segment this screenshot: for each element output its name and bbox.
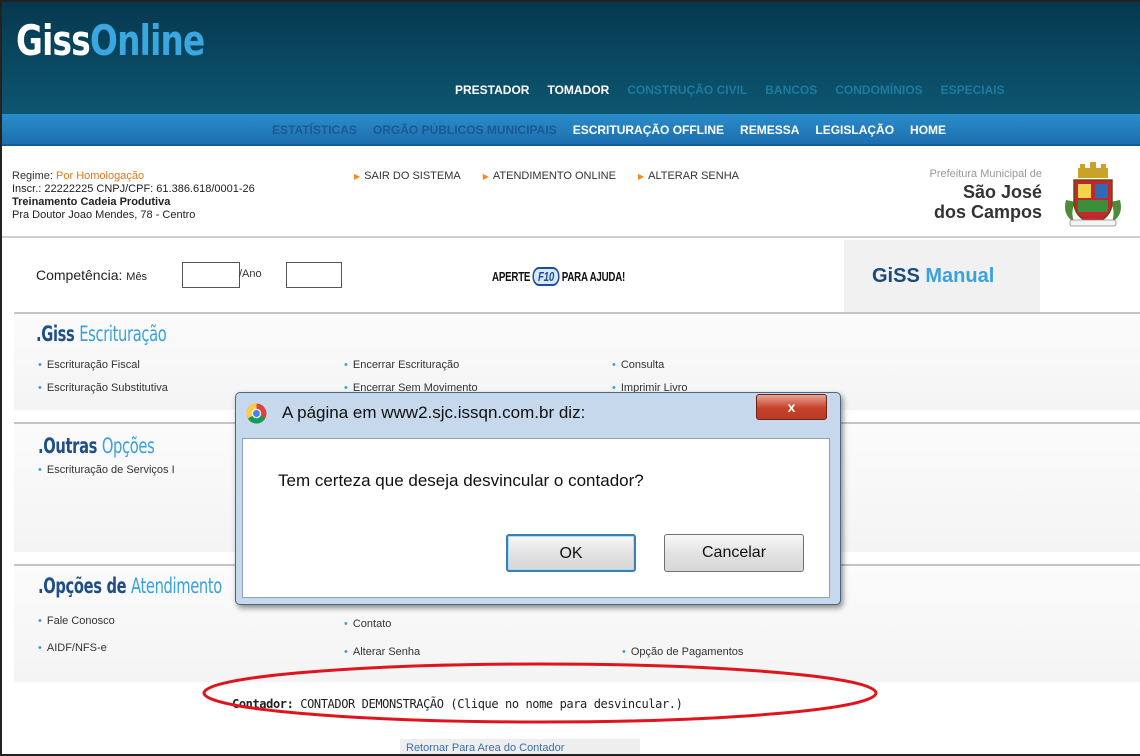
link-escrituracao-substitutiva[interactable]: • Escrituração Substitutiva xyxy=(38,382,168,394)
giss-manual-link[interactable]: GiSS Manual xyxy=(872,265,994,288)
primary-nav: PRESTADOR TOMADOR CONSTRUÇÃO CIVIL BANCO… xyxy=(455,83,1023,97)
inscricao-line: Inscr.: 22222225 CNPJ/CPF: 61.386.618/00… xyxy=(12,183,255,195)
city-name: São José dos Campos xyxy=(933,182,1042,222)
competencia-label: Competência: Mês xyxy=(36,267,148,283)
link-sair-do-sistema[interactable]: ▶ SAIR DO SISTEMA xyxy=(354,170,461,182)
section-title-escrituracao: .Giss Escrituração xyxy=(36,322,167,346)
nav-prestador[interactable]: PRESTADOR xyxy=(455,83,529,97)
regime-value: Por Homologação xyxy=(56,170,145,182)
gissonline-logo[interactable]: GissOnline xyxy=(16,16,205,65)
link-encerrar-escrituracao[interactable]: • Encerrar Escrituração xyxy=(344,359,459,371)
nav-remessa[interactable]: REMESSA xyxy=(740,123,799,137)
bullet-icon: • xyxy=(38,464,42,476)
link-fale-conosco[interactable]: • Fale Conosco xyxy=(38,615,115,627)
section-title-outras-opcoes: .Outras Opções xyxy=(38,434,155,458)
section-title-atendimento: .Opções de Atendimento xyxy=(38,574,222,598)
page-frame: GissOnline PRESTADOR TOMADOR CONSTRUÇÃO … xyxy=(0,0,1140,756)
nav-construcao-civil[interactable]: CONSTRUÇÃO CIVIL xyxy=(627,83,747,97)
nav-orgao-publicos[interactable]: ORGÃO PÚBLICOS MUNICIPAIS xyxy=(373,123,557,137)
nav-especiais[interactable]: ESPECIAIS xyxy=(941,83,1005,97)
nav-estatisticas[interactable]: ESTATÍSTICAS xyxy=(272,123,357,137)
link-escrituracao-servicos[interactable]: • Escrituração de Serviços I xyxy=(38,464,175,476)
dialog-message: Tem certeza que deseja desvincular o con… xyxy=(278,471,644,490)
nav-legislacao[interactable]: LEGISLAÇÃO xyxy=(815,123,894,137)
arrow-right-icon: ▶ xyxy=(637,172,645,181)
link-consulta[interactable]: • Consulta xyxy=(612,359,664,371)
dialog-title: A página em www2.sjc.issqn.com.br diz: xyxy=(282,403,586,422)
arrow-right-icon: ▶ xyxy=(354,172,361,181)
regime-line: Regime: Por Homologação xyxy=(12,170,145,182)
f10-help-hint: APERTE F10 PARA AJUDA! xyxy=(492,267,626,286)
coat-of-arms-icon xyxy=(1065,162,1121,227)
link-escrituracao-fiscal[interactable]: • Escrituração Fiscal xyxy=(38,359,140,371)
bullet-icon: • xyxy=(612,359,616,371)
bullet-icon: • xyxy=(622,646,626,658)
red-highlight-ellipse xyxy=(202,662,878,724)
retomar-area-contador-link[interactable]: Retornar Para Area do Contador xyxy=(400,739,640,754)
bullet-icon: • xyxy=(38,359,42,371)
link-alterar-senha[interactable]: ▶ ALTERAR SENHA xyxy=(638,170,739,182)
company-name: Treinamento Cadeia Produtiva xyxy=(12,196,171,208)
nav-bancos[interactable]: BANCOS xyxy=(765,83,817,97)
dialog-body xyxy=(242,438,830,598)
bullet-icon: • xyxy=(344,646,348,658)
ano-input[interactable] xyxy=(286,262,342,288)
prefeitura-label: Prefeitura Municipal de xyxy=(929,168,1042,180)
bullet-icon: • xyxy=(38,615,42,627)
link-opcao-pagamentos[interactable]: • Opção de Pagamentos xyxy=(622,646,743,658)
nav-home[interactable]: HOME xyxy=(910,123,946,137)
nav-condominios[interactable]: CONDOMÍNIOS xyxy=(835,83,922,97)
ok-button[interactable]: OK xyxy=(506,534,636,572)
mes-input[interactable] xyxy=(182,262,240,288)
bullet-icon: • xyxy=(344,359,348,371)
ano-label: /Ano xyxy=(239,268,262,280)
bullet-icon: • xyxy=(38,642,42,654)
link-alterar-senha-atendimento[interactable]: • Alterar Senha xyxy=(344,646,420,658)
nav-tomador[interactable]: TOMADOR xyxy=(547,83,609,97)
bullet-icon: • xyxy=(344,618,348,630)
link-contato[interactable]: • Contato xyxy=(344,618,391,630)
arrow-right-icon: ▶ xyxy=(482,172,489,181)
link-aidf-nfse[interactable]: • AIDF/NFS-e xyxy=(38,642,107,654)
secondary-nav: ESTATÍSTICAS ORGÃO PÚBLICOS MUNICIPAIS E… xyxy=(272,123,962,137)
bullet-icon: • xyxy=(38,382,42,394)
nav-escrituracao-offline[interactable]: ESCRITURAÇÃO OFFLINE xyxy=(573,123,724,137)
chrome-icon xyxy=(246,403,267,424)
dialog-close-button[interactable]: x xyxy=(756,394,827,420)
f10-key-icon: F10 xyxy=(532,267,560,286)
account-links: ▶ SAIR DO SISTEMA ▶ ATENDIMENTO ONLINE ▶ AL… xyxy=(354,170,761,182)
account-details: Regime: Por Homologação Inscr.: 22222225… xyxy=(12,170,255,222)
company-address: Pra Doutor Joao Mendes, 78 - Centro xyxy=(12,209,196,221)
link-atendimento-online[interactable]: ▶ ATENDIMENTO ONLINE xyxy=(483,170,616,182)
cancel-button[interactable]: Cancelar xyxy=(664,534,804,572)
